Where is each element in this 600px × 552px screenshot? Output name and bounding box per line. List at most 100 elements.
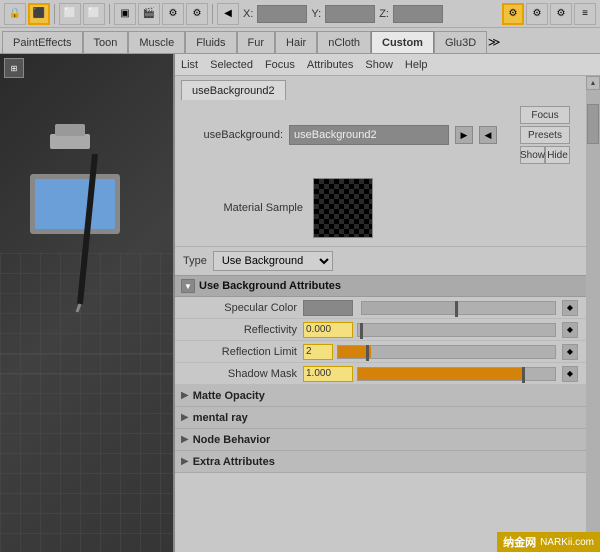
node-behavior-label: Node Behavior — [193, 434, 271, 446]
tab-hair[interactable]: Hair — [275, 31, 317, 53]
lock-icon[interactable]: 🔒 — [4, 3, 26, 25]
specular-slider[interactable] — [361, 301, 556, 315]
right-content: useBackground2 useBackground: ▶ ◀ Focus … — [175, 76, 586, 552]
specular-color-swatch[interactable] — [303, 300, 353, 316]
shadow-mask-fill — [358, 368, 525, 380]
tool-icon-4[interactable]: 🎬 — [138, 3, 160, 25]
shadow-mask-input[interactable] — [303, 366, 353, 382]
material-sample-label: Material Sample — [183, 202, 303, 214]
tab-bar: PaintEffects Toon Muscle Fluids Fur Hair… — [0, 28, 600, 54]
right-icon-1[interactable]: ⚙ — [502, 3, 524, 25]
x-field[interactable] — [257, 5, 307, 23]
scene-svg — [0, 54, 175, 404]
menu-selected[interactable]: Selected — [210, 59, 253, 71]
tab-toon[interactable]: Toon — [83, 31, 129, 53]
attr-row-reflection-limit: Reflection Limit ◆ — [175, 341, 586, 363]
type-label: Type — [183, 255, 207, 267]
reflection-limit-end-btn[interactable]: ◆ — [562, 344, 578, 360]
show-button[interactable]: Show — [520, 146, 545, 164]
node-behavior-section[interactable]: ▶ Node Behavior — [175, 429, 586, 451]
right-icon-3[interactable]: ⚙ — [550, 3, 572, 25]
tab-muscle[interactable]: Muscle — [128, 31, 185, 53]
presets-button[interactable]: Presets — [520, 126, 570, 144]
reflection-limit-input[interactable] — [303, 344, 333, 360]
z-field[interactable] — [393, 5, 443, 23]
separator-2 — [109, 4, 110, 24]
shadow-mask-slider[interactable] — [357, 367, 556, 381]
main-area: ⊞ List Selected Focus — [0, 54, 600, 552]
shadow-mask-label: Shadow Mask — [183, 368, 303, 380]
x-label: X: — [243, 8, 253, 20]
menu-icon[interactable]: ≡ — [574, 3, 596, 25]
show-hide-row: Show Hide — [520, 146, 570, 164]
shadow-mask-handle — [522, 367, 525, 383]
node-tab[interactable]: useBackground2 — [181, 80, 286, 100]
reflectivity-end-btn[interactable]: ◆ — [562, 322, 578, 338]
tab-custom[interactable]: Custom — [371, 31, 434, 53]
tool-icon-5[interactable]: ⚙ — [162, 3, 184, 25]
extra-attributes-section[interactable]: ▶ Extra Attributes — [175, 451, 586, 473]
focus-button[interactable]: Focus — [520, 106, 570, 124]
top-toolbar: 🔒 ⬛ ⬜ ⬜ ▣ 🎬 ⚙ ⚙ ◀ X: Y: Z: ⚙ ⚙ ⚙ ≡ — [0, 0, 600, 28]
specular-end-btn[interactable]: ◆ — [562, 300, 578, 316]
mental-ray-label: mental ray — [193, 412, 248, 424]
menu-help[interactable]: Help — [405, 59, 428, 71]
tab-fur[interactable]: Fur — [237, 31, 276, 53]
tab-fluids[interactable]: Fluids — [185, 31, 236, 53]
toolbar-right: ⚙ ⚙ ⚙ ≡ — [502, 3, 596, 25]
reflection-limit-slider[interactable] — [337, 345, 556, 359]
z-label: Z: — [379, 8, 389, 20]
tool-icon-2[interactable]: ⬜ — [83, 3, 105, 25]
node-tab-bar: useBackground2 — [175, 76, 586, 100]
node-behavior-arrow: ▶ — [181, 434, 189, 445]
tool-icon-6[interactable]: ⚙ — [186, 3, 208, 25]
right-icon-2[interactable]: ⚙ — [526, 3, 548, 25]
y-field[interactable] — [325, 5, 375, 23]
specular-fill — [362, 302, 459, 314]
right-panel: List Selected Focus Attributes Show Help… — [175, 54, 600, 552]
separator-3 — [212, 4, 213, 24]
tab-end: ≫ — [487, 31, 501, 53]
scroll-thumb[interactable] — [587, 104, 599, 144]
use-bg-input[interactable] — [289, 125, 449, 145]
mental-ray-arrow: ▶ — [181, 412, 189, 423]
menu-bar: List Selected Focus Attributes Show Help — [175, 54, 600, 76]
tool-icon-1[interactable]: ⬜ — [59, 3, 81, 25]
y-label: Y: — [311, 8, 321, 20]
tab-glu3d[interactable]: Glu3D — [434, 31, 487, 53]
use-bg-map-btn[interactable]: ▶ — [455, 126, 473, 144]
reflection-limit-label: Reflection Limit — [183, 346, 303, 358]
reflectivity-label: Reflectivity — [183, 324, 303, 336]
specular-handle — [455, 301, 458, 317]
reflectivity-input[interactable] — [303, 322, 353, 338]
collapse-attrs-btn[interactable]: ▼ — [181, 279, 195, 293]
reflection-limit-handle — [366, 345, 369, 361]
type-select[interactable]: Use Background — [213, 251, 333, 271]
action-buttons: Focus Presets Show Hide — [520, 106, 578, 164]
attr-row-shadow-mask: Shadow Mask ◆ — [175, 363, 586, 385]
tab-ncloth[interactable]: nCloth — [317, 31, 371, 53]
attr-section-header: ▼ Use Background Attributes — [175, 275, 586, 297]
menu-focus[interactable]: Focus — [265, 59, 295, 71]
mental-ray-section[interactable]: ▶ mental ray — [175, 407, 586, 429]
viewport-bg: ⊞ — [0, 54, 173, 552]
active-tool-icon[interactable]: ⬛ — [28, 3, 50, 25]
tab-painteffects[interactable]: PaintEffects — [2, 31, 83, 53]
menu-list[interactable]: List — [181, 59, 198, 71]
scroll-up-btn[interactable]: ▲ — [586, 76, 600, 90]
menu-attributes[interactable]: Attributes — [307, 59, 353, 71]
menu-show[interactable]: Show — [365, 59, 393, 71]
hide-button[interactable]: Hide — [545, 146, 570, 164]
tool-icon-7[interactable]: ◀ — [217, 3, 239, 25]
use-bg-clear-btn[interactable]: ◀ — [479, 126, 497, 144]
tool-icon-3[interactable]: ▣ — [114, 3, 136, 25]
attr-row-specular: Specular Color ◆ — [175, 297, 586, 319]
specular-label: Specular Color — [183, 302, 303, 314]
reflectivity-slider[interactable] — [357, 323, 556, 337]
shadow-mask-end-btn[interactable]: ◆ — [562, 366, 578, 382]
matte-opacity-section[interactable]: ▶ Matte Opacity — [175, 385, 586, 407]
checker-pattern — [314, 179, 372, 237]
watermark-logo: 纳金网 — [503, 534, 536, 550]
use-bg-label: useBackground: — [183, 129, 283, 141]
extra-attrs-arrow: ▶ — [181, 456, 189, 467]
